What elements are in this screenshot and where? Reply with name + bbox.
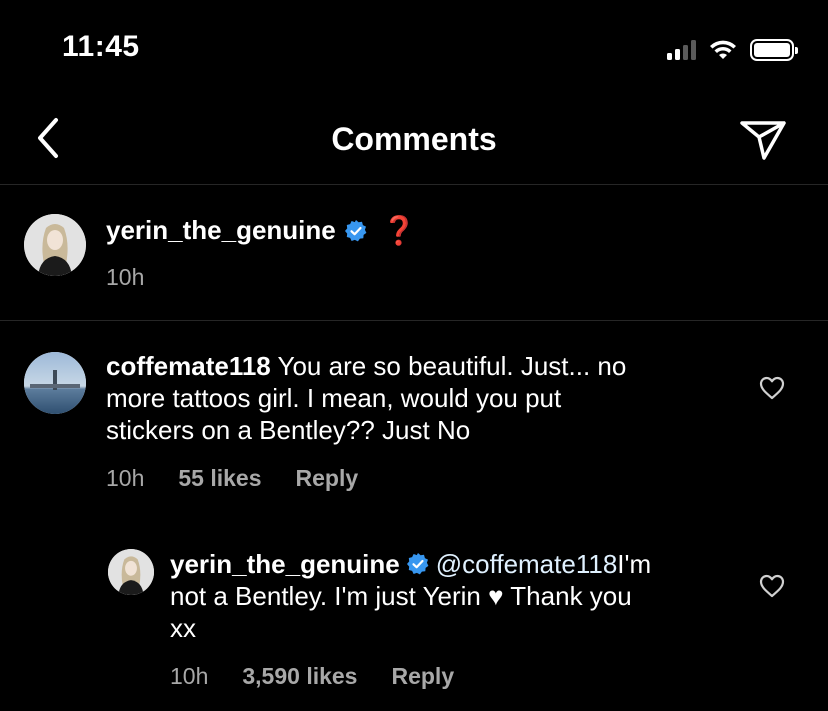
- like-heart-icon[interactable]: [758, 375, 786, 401]
- verified-badge-icon: [406, 553, 429, 575]
- comment-text-line: stickers on a Bentley?? Just No: [106, 415, 471, 445]
- question-mark-emoji: ❓: [381, 215, 417, 246]
- status-icons: [667, 36, 798, 64]
- reply-button[interactable]: Reply: [391, 663, 454, 690]
- comment-likes[interactable]: 55 likes: [178, 465, 261, 492]
- reply-text-line: Thank you: [503, 581, 632, 611]
- caption-divider: [0, 320, 828, 321]
- header-divider: [0, 184, 828, 185]
- verified-badge-icon: [344, 219, 367, 241]
- reply-button[interactable]: Reply: [296, 465, 359, 492]
- battery-icon: [750, 39, 798, 61]
- page-title: Comments: [331, 121, 497, 157]
- comment-time: 10h: [106, 465, 145, 491]
- avatar[interactable]: [24, 352, 86, 414]
- comment-username[interactable]: coffemate118: [106, 351, 271, 381]
- reply-likes[interactable]: 3,590 likes: [242, 663, 357, 690]
- reply-text-line: I'm: [617, 549, 652, 579]
- avatar[interactable]: [24, 214, 86, 276]
- caption-username[interactable]: yerin_the_genuine: [106, 215, 336, 246]
- wifi-icon: [710, 40, 736, 59]
- like-heart-icon[interactable]: [758, 573, 786, 599]
- share-icon[interactable]: [738, 118, 788, 162]
- reply-body: yerin_the_genuine @coffemate118 I'm not …: [170, 548, 750, 644]
- mention-link[interactable]: @coffemate118: [436, 548, 618, 580]
- white-heart-emoji: ♥: [488, 581, 504, 611]
- status-time: 11:45: [62, 30, 140, 63]
- reply-time: 10h: [170, 663, 209, 689]
- avatar[interactable]: [108, 549, 154, 595]
- cellular-signal-icon: [667, 40, 696, 60]
- caption-header: yerin_the_genuine ❓: [106, 214, 417, 247]
- reply-meta: 10h 3,590 likes Reply: [170, 663, 454, 690]
- caption-time: 10h: [106, 264, 145, 290]
- reply-text-line: not a Bentley. I'm just Yerin: [170, 581, 489, 611]
- comment-text-line: You are so beautiful. Just... no: [270, 351, 627, 381]
- comment-meta: 10h 55 likes Reply: [106, 465, 358, 492]
- reply-text-line: xx: [170, 613, 196, 643]
- comment-body: coffemate118 You are so beautiful. Just.…: [106, 350, 746, 446]
- comment-text-line: more tattoos girl. I mean, would you put: [106, 383, 562, 413]
- reply-username[interactable]: yerin_the_genuine: [170, 548, 400, 580]
